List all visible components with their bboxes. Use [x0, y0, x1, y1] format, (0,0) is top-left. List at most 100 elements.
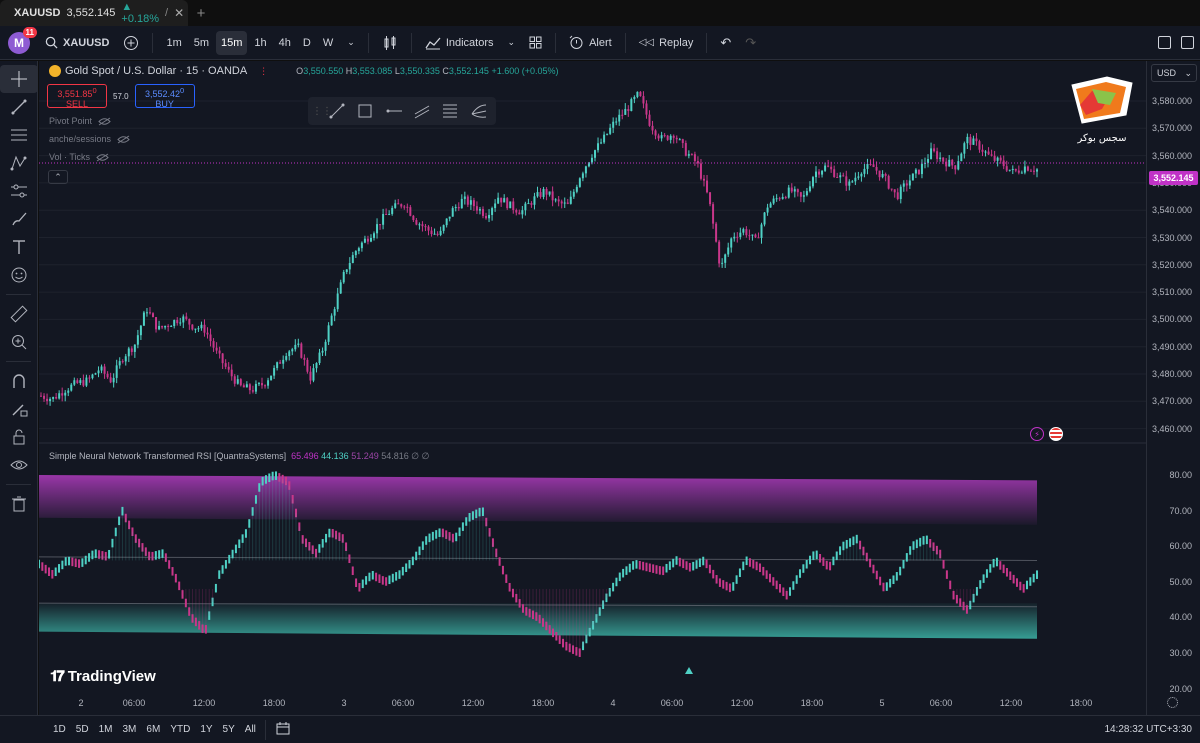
- timeframe-1m[interactable]: 1m: [161, 31, 186, 55]
- range-5y[interactable]: 5Y: [218, 724, 240, 735]
- timeframe-dropdown[interactable]: ⌄: [342, 31, 360, 55]
- eye-hidden-icon[interactable]: [117, 135, 130, 144]
- timeframe-D[interactable]: D: [298, 31, 316, 55]
- timeframe-5m[interactable]: 5m: [189, 31, 214, 55]
- tradingview-logo[interactable]: 𝟏𝟕 TradingView: [50, 668, 156, 685]
- timeframe-15m[interactable]: 15m: [216, 30, 248, 55]
- indicator-sessions[interactable]: anche/sessions: [49, 134, 130, 144]
- timeframe-1h[interactable]: 1h: [249, 31, 271, 55]
- settings-gear-icon[interactable]: [1167, 697, 1178, 708]
- candle-body: [690, 154, 693, 156]
- forecast-tool[interactable]: [0, 177, 38, 205]
- avatar[interactable]: M 11: [8, 26, 37, 54]
- fib-retracement-button[interactable]: [437, 99, 463, 123]
- drag-handle-icon[interactable]: ⋮⋮: [312, 106, 332, 117]
- currency-selector[interactable]: USD: [1151, 64, 1197, 82]
- new-tab-icon[interactable]: +: [188, 0, 214, 26]
- timeframe-4h[interactable]: 4h: [274, 31, 296, 55]
- candle-body: [530, 203, 533, 205]
- rsi-bar: [825, 560, 828, 570]
- goto-date-button[interactable]: [270, 721, 296, 738]
- horizontal-ray-button[interactable]: [381, 99, 407, 123]
- brush-tool[interactable]: [0, 205, 38, 233]
- stay-in-drawing-tool[interactable]: [0, 395, 38, 423]
- chart-type-button[interactable]: [377, 31, 403, 55]
- time-tick-label: 4: [610, 698, 616, 708]
- rectangle-tool-button[interactable]: [352, 99, 378, 123]
- candle-body: [230, 369, 233, 377]
- rsi-bar: [805, 560, 808, 569]
- range-5d[interactable]: 5D: [71, 724, 94, 735]
- divider: [624, 32, 626, 53]
- rsi-bar: [829, 561, 832, 571]
- candle-body: [627, 108, 630, 112]
- range-all[interactable]: All: [240, 724, 261, 735]
- sell-button[interactable]: 3,551.850 SELL: [47, 84, 107, 109]
- candle-body: [251, 390, 254, 392]
- candle-body: [339, 282, 342, 294]
- parallel-channel-button[interactable]: [409, 99, 435, 123]
- rsi-bar: [995, 557, 998, 567]
- range-1m[interactable]: 1M: [94, 724, 118, 735]
- fullscreen-icon[interactable]: [1158, 36, 1171, 49]
- more-dots-icon[interactable]: ⋮: [259, 66, 268, 77]
- candle-body: [360, 242, 363, 249]
- candle-body: [805, 191, 808, 196]
- event-lightning-icon[interactable]: ⚡: [1030, 427, 1044, 441]
- symbol-search-button[interactable]: XAUUSD: [40, 31, 114, 55]
- range-ytd[interactable]: YTD: [165, 724, 195, 735]
- candle-body: [357, 248, 360, 252]
- timeframe-W[interactable]: W: [318, 31, 338, 55]
- close-tab-icon[interactable]: ✕: [174, 6, 184, 20]
- browser-tab[interactable]: XAUUSD 3,552.145 ▲ +0.18% / ✕: [0, 0, 188, 26]
- eye-hidden-icon[interactable]: [96, 153, 109, 162]
- candle-body: [457, 207, 460, 209]
- browser-tab-strip: XAUUSD 3,552.145 ▲ +0.18% / ✕ +: [0, 0, 1200, 26]
- collapse-legend-button[interactable]: ⌃: [48, 170, 68, 184]
- indicator-volume[interactable]: Vol · Ticks: [49, 152, 109, 162]
- pattern-tool[interactable]: [0, 149, 38, 177]
- eye-hidden-icon[interactable]: [98, 117, 111, 126]
- layouts-button[interactable]: [524, 31, 547, 55]
- candle-body: [469, 200, 472, 205]
- emoji-tool[interactable]: [0, 261, 38, 289]
- range-1d[interactable]: 1D: [48, 724, 71, 735]
- redo-button[interactable]: ↷: [740, 31, 761, 55]
- range-3m[interactable]: 3M: [118, 724, 142, 735]
- chart-area[interactable]: [38, 61, 1146, 715]
- indicators-button[interactable]: Indicators: [420, 31, 499, 55]
- hide-drawings-tool[interactable]: [0, 451, 38, 479]
- undo-button[interactable]: ↶: [715, 31, 736, 55]
- candle-body: [373, 233, 376, 238]
- candle-body: [58, 393, 61, 399]
- time-axis[interactable]: 2 06:00 12:00 18:00 3 06:00 12:00 18:00 4 06:00 12…: [39, 692, 1146, 714]
- indicator-pivot-point[interactable]: Pivot Point: [49, 116, 111, 126]
- replay-button[interactable]: ◁◁ Replay: [634, 31, 699, 55]
- utc-clock[interactable]: 14:28:32 UTC+3:30: [1104, 724, 1192, 735]
- panel-toggle-icon[interactable]: [1181, 36, 1194, 49]
- compare-button[interactable]: [118, 31, 144, 55]
- rsi-bar: [41, 562, 44, 571]
- price-tick-label: 3,510.000: [1151, 287, 1192, 298]
- line-tool-button[interactable]: [324, 99, 350, 123]
- ruler-tool[interactable]: [0, 300, 38, 328]
- range-6m[interactable]: 6M: [141, 724, 165, 735]
- indicators-dropdown[interactable]: ⌄: [503, 31, 521, 55]
- zoom-tool[interactable]: [0, 328, 38, 356]
- candle-body: [684, 143, 687, 156]
- rsi-bar: [348, 554, 351, 564]
- us-flag-icon[interactable]: [1049, 427, 1063, 441]
- trend-line-tool[interactable]: [0, 93, 38, 121]
- text-tool[interactable]: [0, 233, 38, 261]
- buy-button[interactable]: 3,552.420 BUY: [134, 84, 195, 109]
- magnet-tool[interactable]: [0, 367, 38, 395]
- price-scale[interactable]: USD 3,580.0003,570.0003,560.0003,550.000…: [1146, 61, 1200, 715]
- chart-canvas[interactable]: [38, 61, 1146, 715]
- alert-button[interactable]: Alert: [564, 31, 617, 55]
- crosshair-tool[interactable]: [0, 65, 38, 93]
- horizontal-lines-tool[interactable]: [0, 121, 38, 149]
- remove-drawings-tool[interactable]: [0, 490, 38, 518]
- pitchfork-button[interactable]: [466, 99, 492, 123]
- range-1y[interactable]: 1Y: [195, 724, 217, 735]
- lock-tool[interactable]: [0, 423, 38, 451]
